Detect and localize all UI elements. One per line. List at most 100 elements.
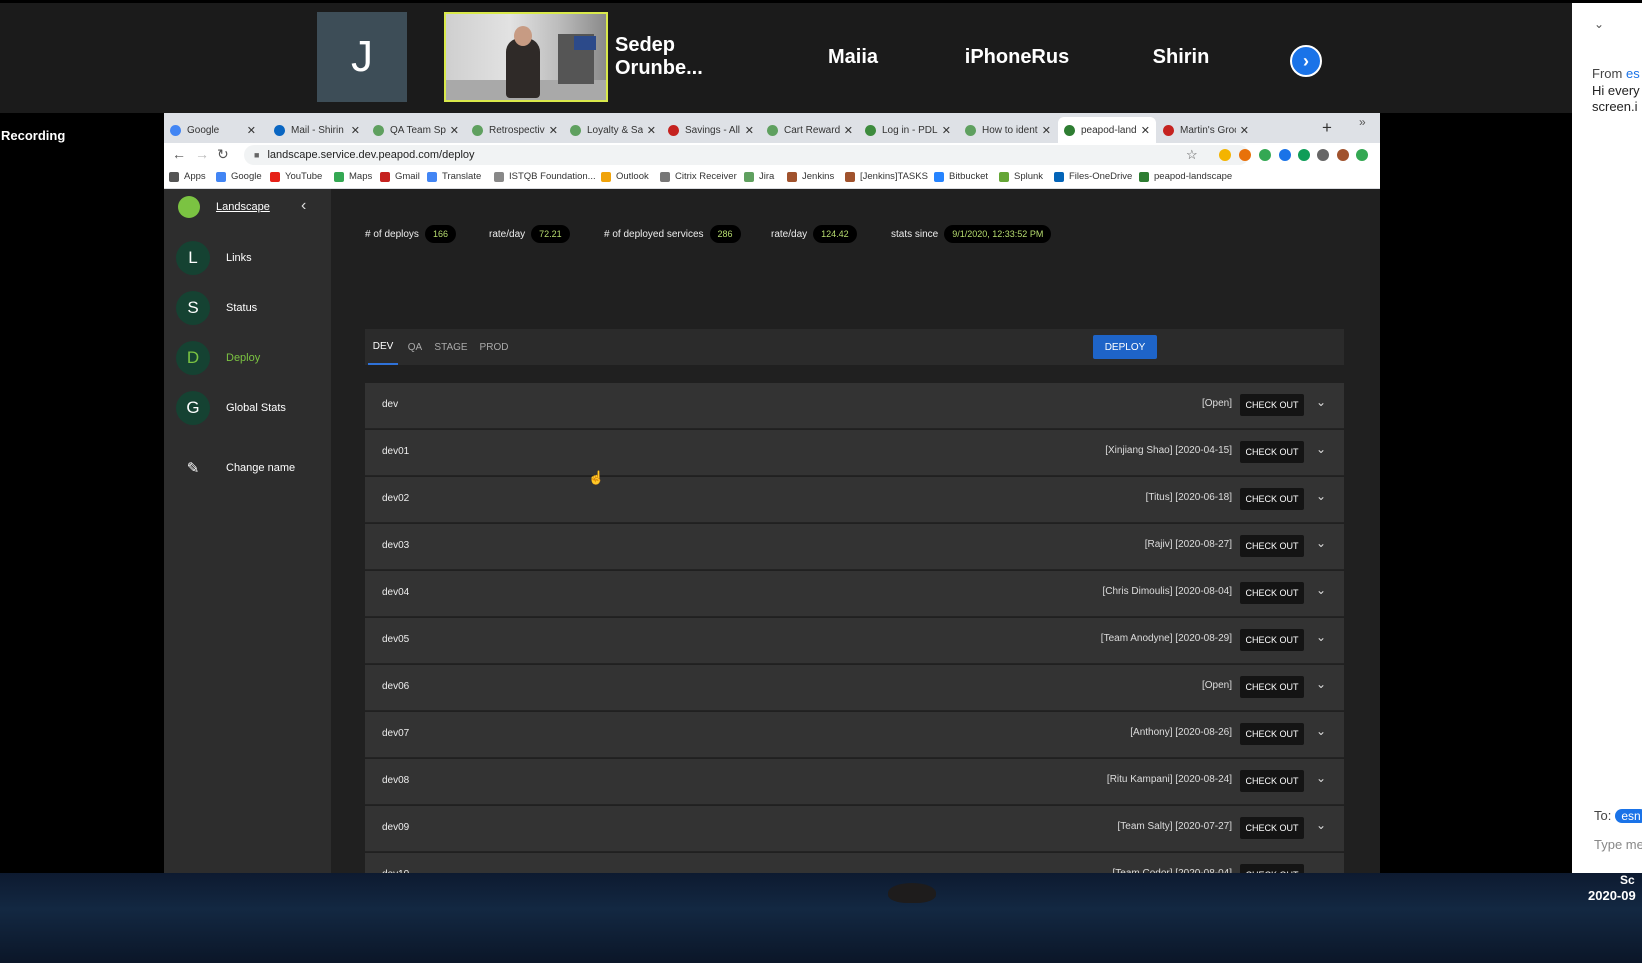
- participant-tile-sedep[interactable]: Sedep Orunbe...: [615, 12, 765, 102]
- environment-row[interactable]: dev06 [Open] CHECK OUT ⌄: [365, 665, 1344, 711]
- browser-tab[interactable]: Savings - All ✕: [662, 117, 760, 143]
- chevron-down-icon[interactable]: ⌄: [1316, 818, 1326, 832]
- environment-row[interactable]: dev05 [Team Anodyne] [2020-08-29] CHECK OU…: [365, 618, 1344, 664]
- bookmark-item[interactable]: Gmail: [380, 171, 420, 182]
- chat-recipient-select[interactable]: esn: [1615, 809, 1642, 823]
- chevron-down-icon[interactable]: ⌄: [1594, 17, 1604, 31]
- close-icon[interactable]: ✕: [549, 124, 558, 137]
- chevron-down-icon[interactable]: ⌄: [1316, 395, 1326, 409]
- bookmark-item[interactable]: Bitbucket: [934, 171, 988, 182]
- check-out-button[interactable]: CHECK OUT: [1240, 582, 1304, 604]
- extension-icon[interactable]: [1239, 149, 1251, 161]
- address-bar[interactable]: ■ landscape.service.dev.peapod.com/deplo…: [244, 145, 1249, 165]
- participant-tile-avatar[interactable]: J: [317, 12, 407, 102]
- back-icon[interactable]: ←: [172, 146, 186, 162]
- bookmark-item[interactable]: Splunk: [999, 171, 1043, 182]
- bookmark-item[interactable]: Citrix Receiver: [660, 171, 737, 182]
- check-out-button[interactable]: CHECK OUT: [1240, 676, 1304, 698]
- check-out-button[interactable]: CHECK OUT: [1240, 629, 1304, 651]
- check-out-button[interactable]: CHECK OUT: [1240, 817, 1304, 839]
- participant-tile-shirin[interactable]: Shirin: [1106, 12, 1256, 102]
- check-out-button[interactable]: CHECK OUT: [1240, 394, 1304, 416]
- more-bookmarks-icon[interactable]: »: [1359, 115, 1366, 129]
- extension-icon[interactable]: [1279, 149, 1291, 161]
- close-icon[interactable]: ✕: [450, 124, 459, 137]
- bookmark-item[interactable]: [Jenkins]TASKS: [845, 171, 928, 182]
- next-participants-button[interactable]: ›: [1290, 45, 1322, 77]
- close-icon[interactable]: ✕: [942, 124, 951, 137]
- sidebar-item-change-name[interactable]: ✎ Change name: [176, 459, 295, 477]
- sidebar-item-global-stats[interactable]: G Global Stats: [176, 391, 286, 425]
- close-icon[interactable]: ✕: [844, 124, 853, 137]
- bookmark-item[interactable]: Jira: [744, 171, 774, 182]
- new-tab-button[interactable]: +: [1322, 118, 1332, 138]
- extension-icon[interactable]: [1298, 149, 1310, 161]
- environment-row[interactable]: dev01 [Xinjiang Shao] [2020-04-15] CHECK O…: [365, 430, 1344, 476]
- browser-tab[interactable]: QA Team Spri ✕: [367, 117, 465, 143]
- extension-icon[interactable]: [1259, 149, 1271, 161]
- check-out-button[interactable]: CHECK OUT: [1240, 488, 1304, 510]
- environment-row[interactable]: dev [Open] CHECK OUT ⌄: [365, 383, 1344, 429]
- tab-stage[interactable]: STAGE: [431, 329, 471, 365]
- participant-tile-maiia[interactable]: Maiia: [778, 12, 928, 102]
- check-out-button[interactable]: CHECK OUT: [1240, 770, 1304, 792]
- chevron-down-icon[interactable]: ⌄: [1316, 865, 1326, 873]
- deploy-button[interactable]: DEPLOY: [1093, 335, 1157, 359]
- environment-row[interactable]: dev10 [Team Codor] [2020-08-04] CHECK OUT ⌄: [365, 853, 1344, 873]
- bookmark-item[interactable]: Outlook: [601, 171, 649, 182]
- environment-row[interactable]: dev02 [Titus] [2020-06-18] CHECK OUT ⌄: [365, 477, 1344, 523]
- check-out-button[interactable]: CHECK OUT: [1240, 723, 1304, 745]
- extension-icon[interactable]: [1219, 149, 1231, 161]
- tab-prod[interactable]: PROD: [477, 329, 511, 365]
- browser-tab[interactable]: Mail - Shirin L ✕: [268, 117, 366, 143]
- reload-icon[interactable]: ↻: [217, 146, 229, 163]
- bookmark-item[interactable]: Maps: [334, 171, 372, 182]
- check-out-button[interactable]: CHECK OUT: [1240, 535, 1304, 557]
- participant-tile-iphonerus[interactable]: iPhoneRus: [942, 12, 1092, 102]
- bookmark-star-icon[interactable]: ☆: [1186, 147, 1198, 163]
- browser-tab[interactable]: Log in - PDL ✕: [859, 117, 957, 143]
- profile-avatar[interactable]: [1337, 149, 1349, 161]
- environment-row[interactable]: dev09 [Team Salty] [2020-07-27] CHECK OUT ⌄: [365, 806, 1344, 852]
- forward-icon[interactable]: →: [195, 146, 209, 162]
- check-out-button[interactable]: CHECK OUT: [1240, 864, 1304, 873]
- environment-row[interactable]: dev04 [Chris Dimoulis] [2020-08-04] CHECK …: [365, 571, 1344, 617]
- browser-tab[interactable]: Cart Rewards ✕: [761, 117, 859, 143]
- environment-row[interactable]: dev03 [Rajiv] [2020-08-27] CHECK OUT ⌄: [365, 524, 1344, 570]
- close-icon[interactable]: ✕: [1042, 124, 1051, 137]
- browser-tab[interactable]: Martin's Groc ✕: [1157, 117, 1255, 143]
- close-icon[interactable]: ✕: [647, 124, 656, 137]
- tab-dev[interactable]: DEV: [368, 329, 398, 365]
- sidebar-item-deploy[interactable]: D Deploy: [176, 341, 260, 375]
- app-brand[interactable]: Landscape: [178, 196, 270, 218]
- close-icon[interactable]: ✕: [1141, 124, 1150, 137]
- chevron-down-icon[interactable]: ⌄: [1316, 630, 1326, 644]
- close-icon[interactable]: ✕: [1240, 124, 1249, 137]
- chevron-down-icon[interactable]: ⌄: [1316, 724, 1326, 738]
- bookmark-item[interactable]: ISTQB Foundation...: [494, 171, 596, 182]
- chevron-down-icon[interactable]: ⌄: [1316, 583, 1326, 597]
- bookmark-item[interactable]: Google: [216, 171, 262, 182]
- close-icon[interactable]: ✕: [247, 124, 256, 137]
- chat-input[interactable]: Type me: [1594, 837, 1642, 852]
- puzzle-icon[interactable]: [1317, 149, 1329, 161]
- browser-tab[interactable]: peapod-lands ✕: [1058, 117, 1156, 143]
- collapse-sidebar-icon[interactable]: ‹: [301, 197, 306, 215]
- chevron-down-icon[interactable]: ⌄: [1316, 677, 1326, 691]
- browser-tab[interactable]: Loyalty & Sav ✕: [564, 117, 662, 143]
- bookmark-item[interactable]: Translate: [427, 171, 481, 182]
- close-icon[interactable]: ✕: [745, 124, 754, 137]
- bookmark-item[interactable]: peapod-landscape: [1139, 171, 1232, 182]
- close-icon[interactable]: ✕: [351, 124, 360, 137]
- tab-qa[interactable]: QA: [403, 329, 427, 365]
- sidebar-item-status[interactable]: S Status: [176, 291, 257, 325]
- environment-row[interactable]: dev08 [Ritu Kampani] [2020-08-24] CHECK OU…: [365, 759, 1344, 805]
- browser-tab[interactable]: Google ✕: [164, 117, 262, 143]
- chat-from-name[interactable]: es: [1626, 66, 1640, 81]
- environment-row[interactable]: dev07 [Anthony] [2020-08-26] CHECK OUT ⌄: [365, 712, 1344, 758]
- chevron-down-icon[interactable]: ⌄: [1316, 771, 1326, 785]
- browser-tab[interactable]: How to identi ✕: [959, 117, 1057, 143]
- brand-label[interactable]: Landscape: [216, 201, 270, 213]
- check-out-button[interactable]: CHECK OUT: [1240, 441, 1304, 463]
- bookmark-item[interactable]: YouTube: [270, 171, 322, 182]
